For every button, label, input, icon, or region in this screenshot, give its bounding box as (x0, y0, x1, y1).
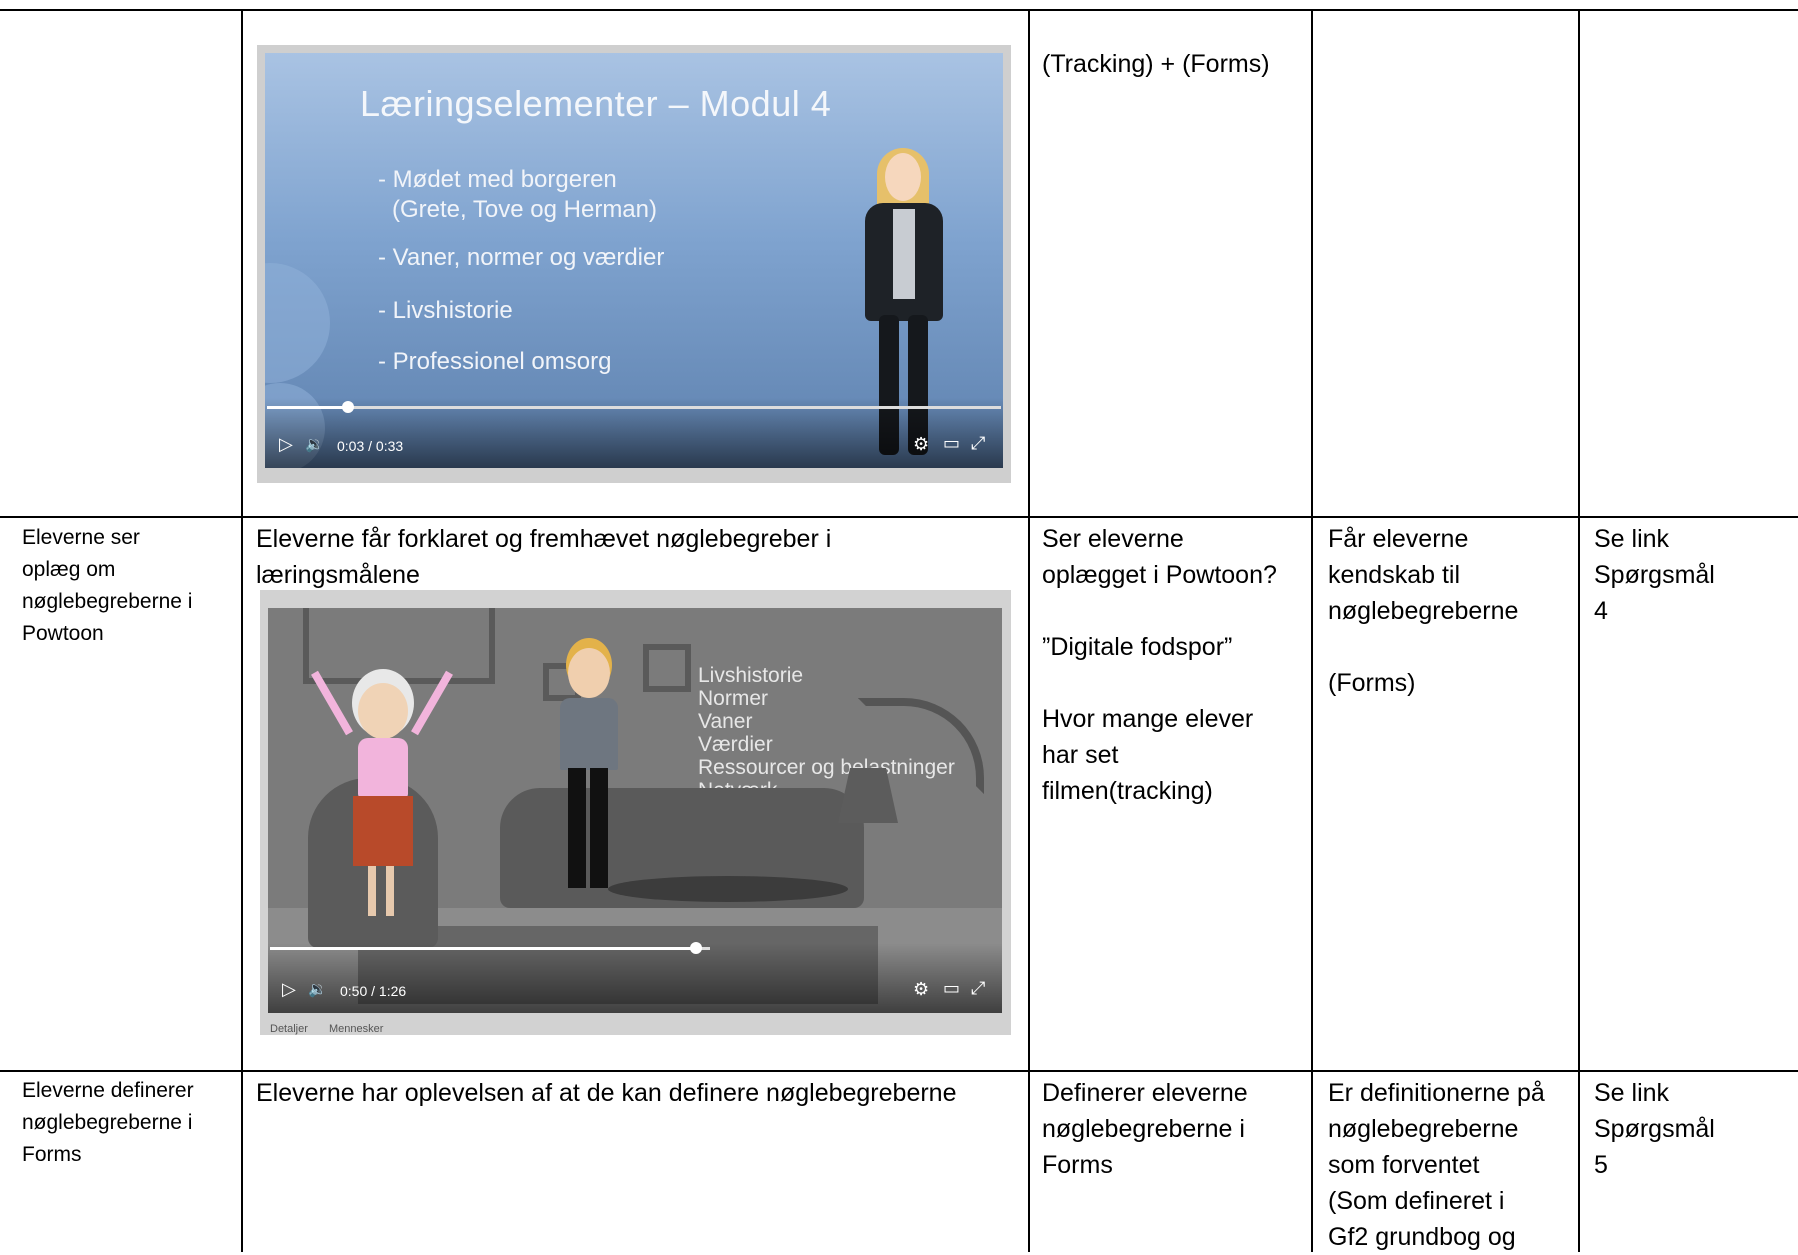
row3-col1-line: Eleverne definerer (22, 1079, 194, 1102)
progress-scrubber[interactable] (690, 942, 702, 954)
theater-mode-icon[interactable]: ▭ (943, 978, 960, 999)
tab-detaljer[interactable]: Detaljer (270, 1023, 308, 1035)
row3-col2-cell: Eleverne har oplevelsen af at de kan def… (256, 1075, 1024, 1111)
slide-bullet: - Mødet med borgeren (378, 166, 617, 193)
table-column-divider (1578, 9, 1580, 1252)
row2-col3-line: ”Digitale fodspor” (1042, 633, 1233, 661)
settings-icon[interactable]: ⚙ (913, 979, 929, 1000)
row3-col4-cell: Er definitionerne på nøglebegreberne som… (1328, 1075, 1574, 1255)
row2-col2-line: læringsmålene (256, 561, 420, 589)
row2-col5-line: Spørgsmål (1594, 561, 1715, 589)
row2-col1-line: Powtoon (22, 622, 104, 645)
row3-col4-line: Er definitionerne på (1328, 1079, 1545, 1107)
row3-col4-line: Gf2 grundbog og (1328, 1223, 1516, 1251)
slide-bullet: - Professionel omsorg (378, 348, 612, 375)
row2-col4-line: Får eleverne (1328, 525, 1469, 553)
row3-col2-text: Eleverne har oplevelsen af at de kan def… (256, 1079, 957, 1107)
row3-col5-line: Spørgsmål (1594, 1115, 1715, 1143)
row2-col4-line: nøglebegreberne (1328, 597, 1519, 625)
play-icon[interactable]: ▷ (282, 979, 296, 1000)
theater-mode-icon[interactable]: ▭ (943, 433, 960, 454)
document-table: (Tracking) + (Forms) Læringselementer – … (0, 0, 1798, 1252)
row2-col4-cell: Får eleverne kendskab til nøglebegrebern… (1328, 521, 1574, 701)
fullscreen-icon[interactable]: ⤢ (971, 433, 985, 454)
row2-col2-line: Eleverne får forklaret og fremhævet nøgl… (256, 525, 832, 553)
row3-col5-cell: Se link Spørgsmål 5 (1594, 1075, 1794, 1183)
row3-col3-line: Definerer eleverne (1042, 1079, 1248, 1107)
coffee-table (608, 876, 848, 902)
row2-col3-line: Hvor mange elever (1042, 705, 1254, 733)
row2-col3-cell: Ser eleverne oplægget i Powtoon? ”Digita… (1042, 521, 1307, 809)
row2-col5-line: Se link (1594, 525, 1670, 553)
row2-col3-line: har set (1042, 741, 1119, 769)
slide-bullet: (Grete, Tove og Herman) (392, 196, 657, 223)
table-row-divider (0, 1070, 1798, 1072)
volume-icon[interactable]: 🔉 (305, 435, 324, 453)
decorative-shape (265, 263, 330, 383)
progress-scrubber[interactable] (342, 401, 354, 413)
tab-mennesker[interactable]: Mennesker (329, 1023, 383, 1035)
table-border-top (0, 9, 1798, 11)
video-controls: ▷ 🔉 0:50 / 1:26 ⚙ ▭ ⤢ (268, 942, 1002, 1013)
wall-frame (303, 608, 495, 684)
table-column-divider (1311, 9, 1313, 1252)
row2-col4-line: kendskab til (1328, 561, 1461, 589)
video-player-modul4[interactable]: Læringselementer – Modul 4 - Mødet med b… (257, 45, 1011, 483)
volume-icon[interactable]: 🔉 (308, 980, 327, 998)
row3-col5-line: 5 (1594, 1151, 1608, 1179)
row2-col1-cell: Eleverne ser oplæg om nøglebegreberne i … (22, 522, 236, 650)
row3-col4-line: (Som defineret i (1328, 1187, 1505, 1215)
slide-bullet: - Livshistorie (378, 297, 513, 324)
slide-title: Læringselementer – Modul 4 (360, 83, 832, 124)
row2-col5-cell: Se link Spørgsmål 4 (1594, 521, 1794, 629)
play-icon[interactable]: ▷ (279, 434, 293, 455)
video-screen[interactable]: Læringselementer – Modul 4 - Mødet med b… (265, 53, 1003, 468)
video-screen[interactable]: Livshistorie Normer Vaner Værdier Ressou… (268, 608, 1002, 1013)
row2-col3-line: Ser eleverne (1042, 525, 1184, 553)
video-tabs: Detaljer Mennesker (270, 1023, 383, 1035)
row2-col1-line: nøglebegreberne i (22, 590, 193, 613)
row2-col1-line: oplæg om (22, 558, 116, 581)
table-row-divider (0, 516, 1798, 518)
video-player-powtoon[interactable]: Livshistorie Normer Vaner Værdier Ressou… (260, 590, 1011, 1035)
slide-bullet: - Vaner, normer og værdier (378, 244, 665, 271)
row3-col4-line: som forventet (1328, 1151, 1480, 1179)
row3-col3-line: Forms (1042, 1151, 1113, 1179)
row2-col2-cell: Eleverne får forklaret og fremhævet nøgl… (256, 521, 1024, 593)
keyword: Livshistorie (698, 664, 804, 687)
row3-col1-line: Forms (22, 1143, 82, 1166)
row3-col3-cell: Definerer eleverne nøglebegreberne i For… (1042, 1075, 1307, 1183)
video-time: 0:03 / 0:33 (337, 438, 404, 454)
row3-col1-cell: Eleverne definerer nøglebegreberne i For… (22, 1075, 236, 1171)
progress-fill (267, 406, 348, 409)
video-controls: ▷ 🔉 0:03 / 0:33 ⚙ ▭ ⤢ (265, 398, 1003, 468)
fullscreen-icon[interactable]: ⤢ (971, 978, 985, 999)
row2-col1-line: Eleverne ser (22, 526, 140, 549)
row1-col3-cell: (Tracking) + (Forms) (1042, 46, 1304, 82)
row3-col4-line: nøglebegreberne (1328, 1115, 1519, 1143)
row1-col3-text: (Tracking) + (Forms) (1042, 50, 1270, 78)
progress-fill (270, 947, 696, 950)
table-column-divider (241, 9, 243, 1252)
wall-frame (643, 644, 691, 692)
progress-bar[interactable] (270, 947, 710, 950)
row2-col3-line: oplægget i Powtoon? (1042, 561, 1277, 589)
row2-col4-line: (Forms) (1328, 669, 1416, 697)
row2-col3-line: filmen(tracking) (1042, 777, 1213, 805)
settings-icon[interactable]: ⚙ (913, 434, 929, 455)
progress-bar[interactable] (267, 406, 1001, 409)
row3-col1-line: nøglebegreberne i (22, 1111, 193, 1134)
table-column-divider (1028, 9, 1030, 1252)
video-time: 0:50 / 1:26 (340, 983, 407, 999)
row3-col3-line: nøglebegreberne i (1042, 1115, 1245, 1143)
row2-col5-line: 4 (1594, 597, 1608, 625)
row3-col5-line: Se link (1594, 1079, 1670, 1107)
